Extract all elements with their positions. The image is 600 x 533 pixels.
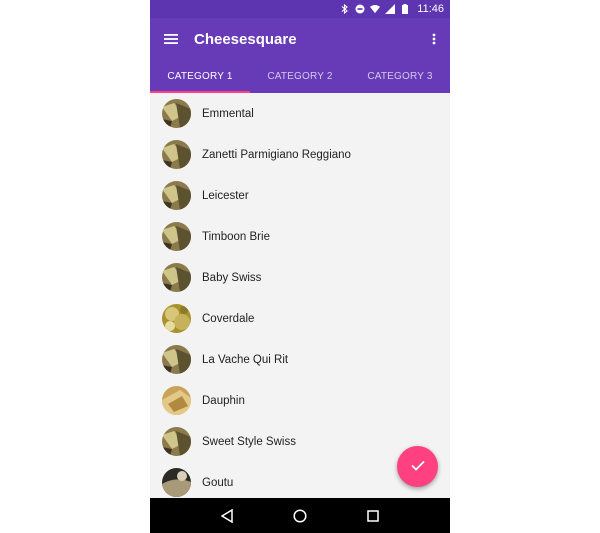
phone-screen: 11:46 Cheesesquare CATEGORY 1 CATEGORY 2…: [150, 0, 450, 533]
cheese-name: Leicester: [202, 189, 249, 202]
home-icon[interactable]: [290, 506, 310, 526]
list-item[interactable]: Coverdale: [150, 298, 450, 339]
category-tabs: CATEGORY 1 CATEGORY 2 CATEGORY 3: [150, 60, 450, 93]
battery-icon: [400, 4, 410, 14]
tab-category-1[interactable]: CATEGORY 1: [150, 60, 250, 93]
cheese-name: Sweet Style Swiss: [202, 435, 296, 448]
back-icon[interactable]: [217, 506, 237, 526]
tab-category-2[interactable]: CATEGORY 2: [250, 60, 350, 93]
cheese-name: Zanetti Parmigiano Reggiano: [202, 148, 351, 161]
cheese-name: Coverdale: [202, 312, 255, 325]
list-item[interactable]: Timboon Brie: [150, 216, 450, 257]
list-item[interactable]: Leicester: [150, 175, 450, 216]
cheese-avatar: [162, 222, 191, 251]
system-nav-bar: [150, 498, 450, 533]
fab-check-button[interactable]: [397, 446, 438, 487]
list-item[interactable]: Baby Swiss: [150, 257, 450, 298]
cheese-name: Timboon Brie: [202, 230, 270, 243]
check-icon: [410, 458, 425, 476]
cheese-avatar: [162, 181, 191, 210]
status-bar: 11:46: [150, 0, 450, 18]
cheese-avatar: [162, 99, 191, 128]
cheese-name: La Vache Qui Rit: [202, 353, 289, 366]
cheese-name: Goutu: [202, 476, 234, 489]
cheese-avatar: [162, 468, 191, 497]
cheese-avatar: [162, 427, 191, 456]
cheese-list: Emmental Zanetti Parmigiano Reggiano Lei…: [150, 93, 450, 498]
cheese-name: Emmental: [202, 107, 254, 120]
cheese-avatar: [162, 345, 191, 374]
wifi-icon: [370, 4, 381, 14]
do-not-disturb-icon: [355, 4, 365, 14]
cheese-name: Baby Swiss: [202, 271, 262, 284]
app-title: Cheesesquare: [194, 30, 297, 48]
cheese-avatar: [162, 386, 191, 415]
status-time: 11:46: [417, 3, 444, 15]
signal-icon: [385, 4, 396, 14]
cheese-avatar: [162, 263, 191, 292]
list-item[interactable]: Emmental: [150, 93, 450, 134]
recents-icon[interactable]: [363, 506, 383, 526]
tab-category-3[interactable]: CATEGORY 3: [350, 60, 450, 93]
cheese-name: Dauphin: [202, 394, 245, 407]
bluetooth-icon: [340, 4, 350, 14]
app-toolbar: Cheesesquare: [150, 18, 450, 60]
list-item[interactable]: Dauphin: [150, 380, 450, 421]
more-vert-icon[interactable]: [418, 18, 450, 60]
cheese-avatar: [162, 140, 191, 169]
list-item[interactable]: Zanetti Parmigiano Reggiano: [150, 134, 450, 175]
hamburger-menu-icon[interactable]: [150, 18, 192, 60]
list-item[interactable]: La Vache Qui Rit: [150, 339, 450, 380]
cheese-avatar: [162, 304, 191, 333]
